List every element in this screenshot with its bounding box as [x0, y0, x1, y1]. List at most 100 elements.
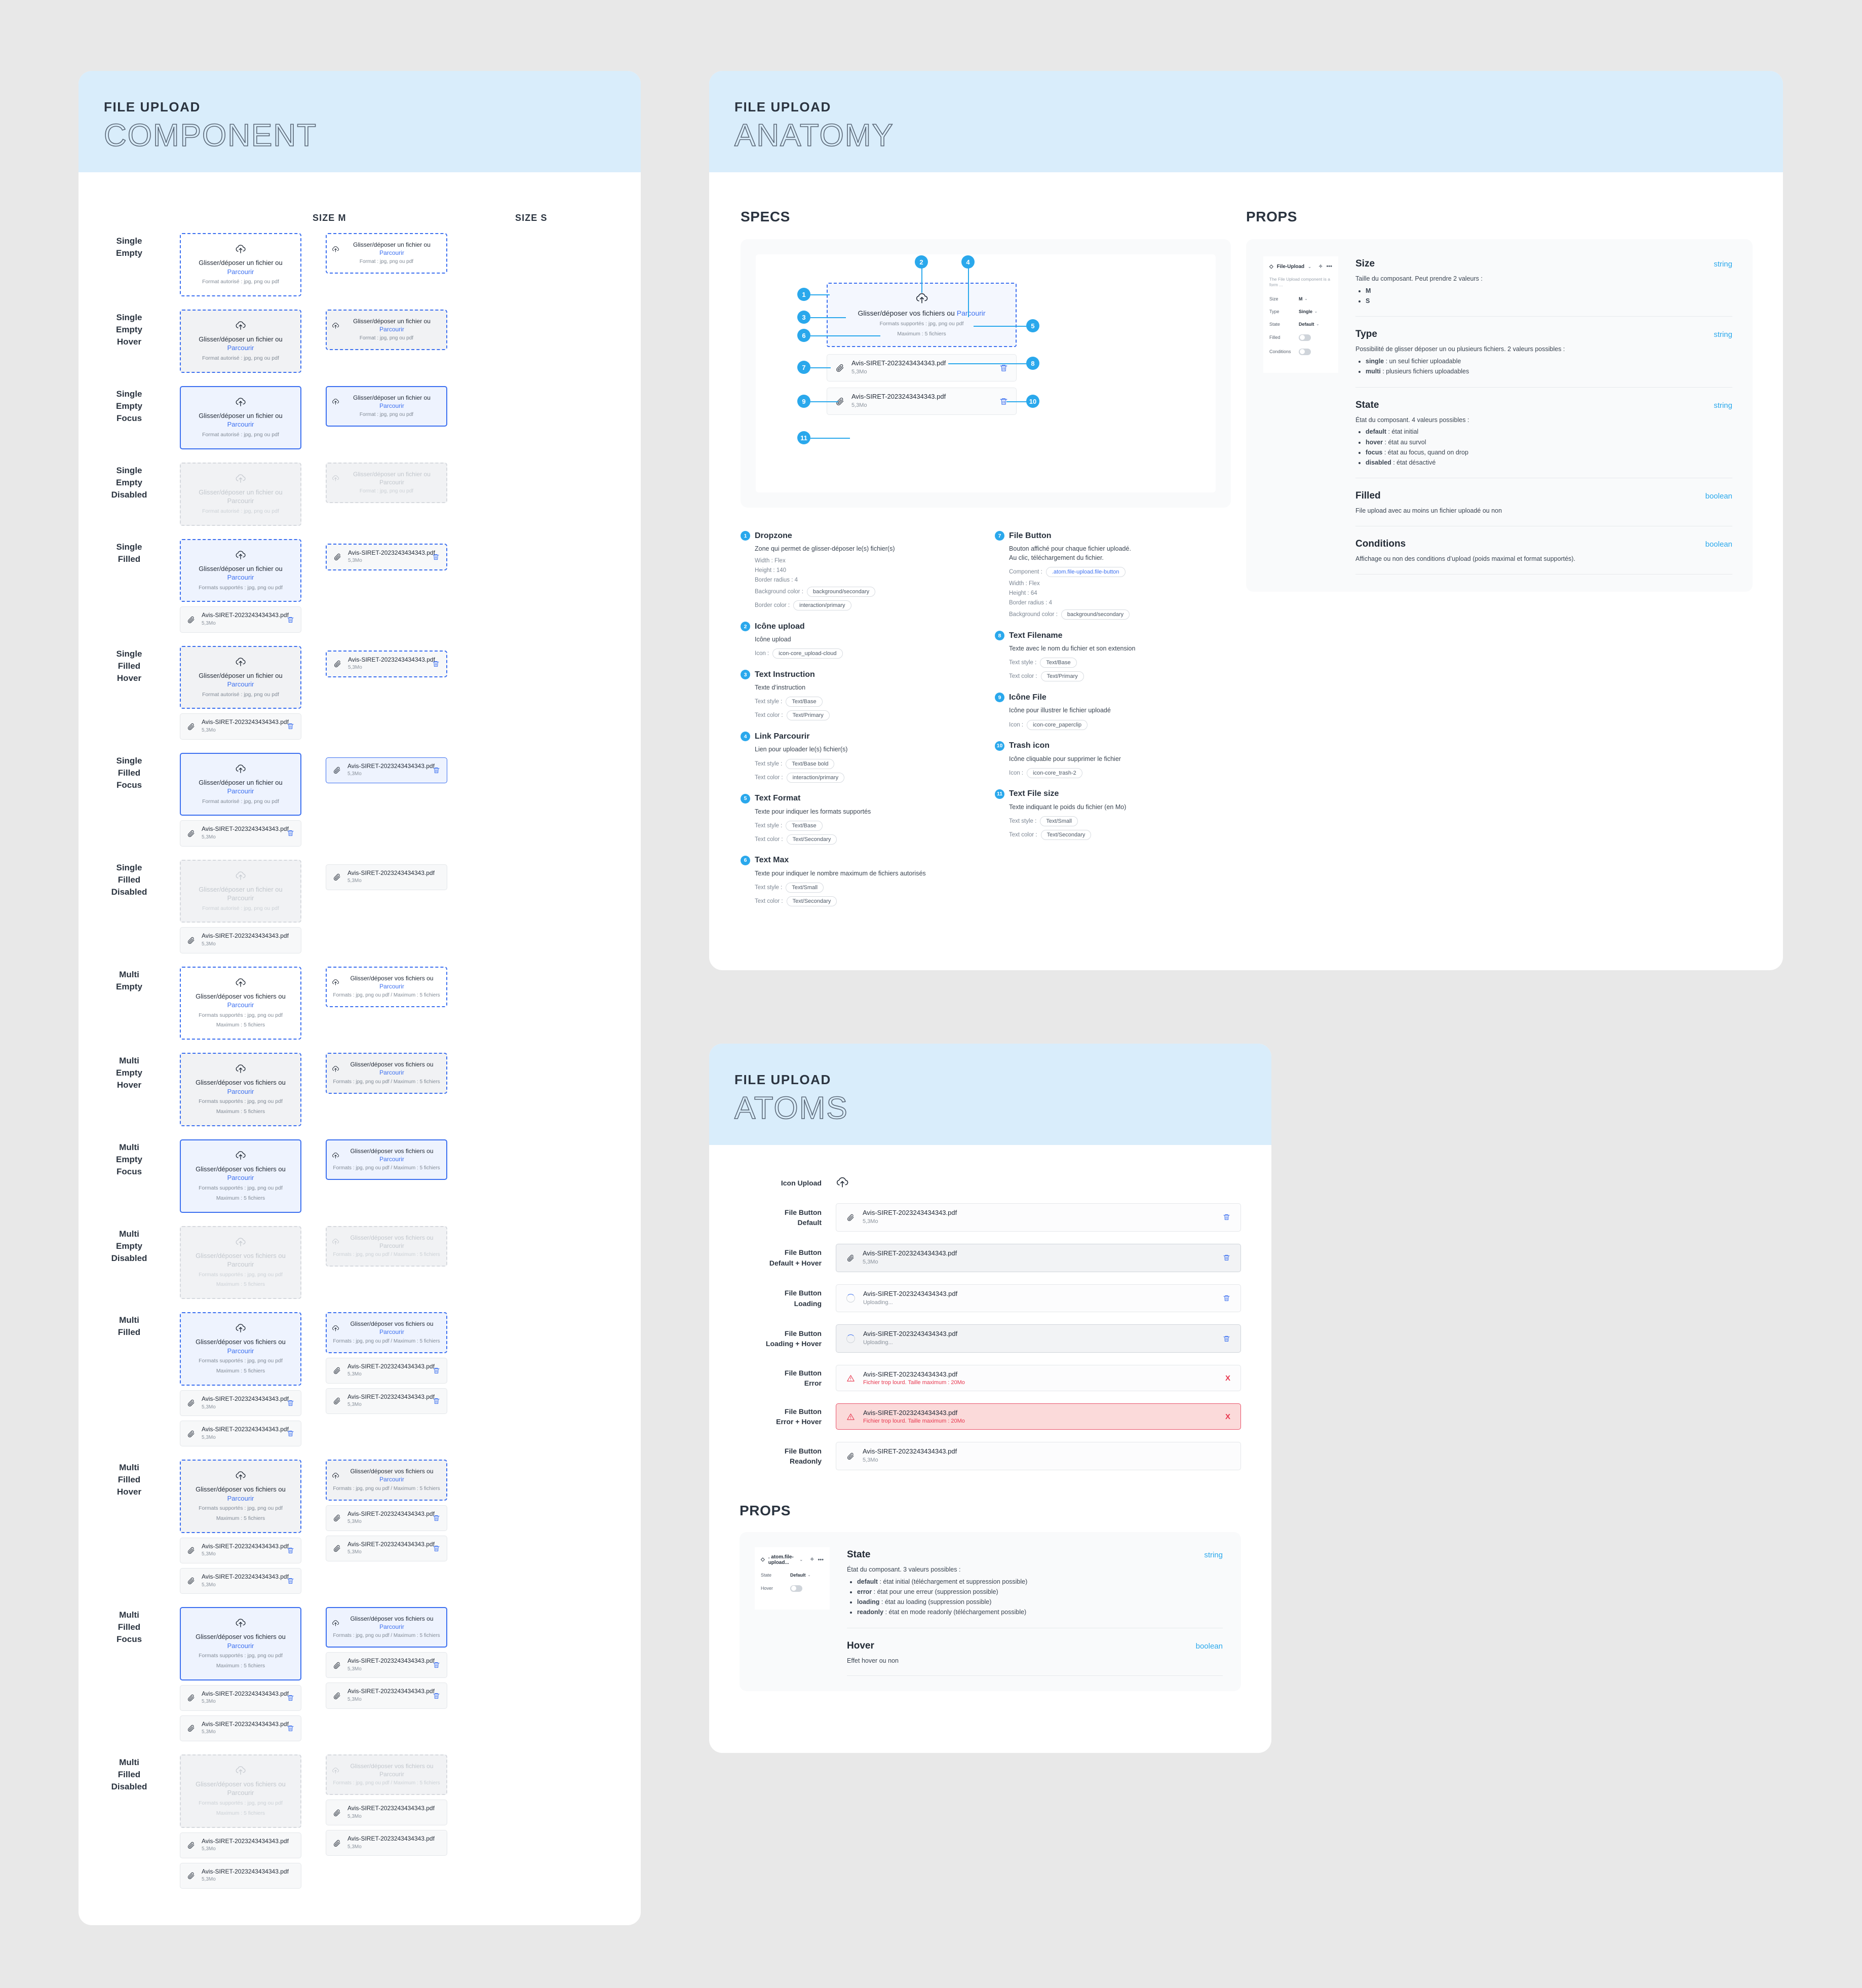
trash-icon[interactable]: [433, 1661, 440, 1669]
figma-property-value[interactable]: Single ⌄: [1299, 309, 1317, 314]
dropzone[interactable]: Glisser/déposer vos fichiers ou Parcouri…: [180, 1460, 301, 1533]
browse-link[interactable]: Parcourir: [379, 402, 404, 409]
dropzone[interactable]: Glisser/déposer vos fichiers ou Parcouri…: [180, 1226, 301, 1299]
browse-link[interactable]: Parcourir: [227, 268, 254, 276]
file-button[interactable]: Avis-SIRET-2023243434343.pdf 5,3Mo: [326, 1388, 447, 1414]
browse-link[interactable]: Parcourir: [227, 1642, 254, 1650]
browse-link[interactable]: Parcourir: [227, 1347, 254, 1355]
figma-property-value[interactable]: M ⌄: [1299, 296, 1307, 301]
dropzone[interactable]: Glisser/déposer vos fichiers ou Parcouri…: [326, 1754, 447, 1795]
dropzone[interactable]: Glisser/déposer vos fichiers ou Parcouri…: [326, 1607, 447, 1648]
dropzone[interactable]: Glisser/déposer vos fichiers ou Parcouri…: [180, 1754, 301, 1828]
file-button[interactable]: Avis-SIRET-2023243434343.pdf 5,3Mo: [180, 1685, 301, 1711]
browse-link[interactable]: Parcourir: [227, 1789, 254, 1796]
spec-file-button-2[interactable]: Avis-SIRET-2023243434343.pdf 5,3Mo: [827, 388, 1017, 415]
file-button[interactable]: Avis-SIRET-2023243434343.pdf 5,3Mo: [180, 1421, 301, 1447]
chevron-down-icon[interactable]: ⌄: [1305, 297, 1308, 301]
figma-property-value[interactable]: [1299, 334, 1311, 341]
trash-icon[interactable]: [287, 1577, 294, 1585]
trash-icon[interactable]: [433, 1367, 440, 1374]
dropzone[interactable]: Glisser/déposer vos fichiers ou Parcouri…: [326, 1312, 447, 1353]
close-icon[interactable]: X: [1225, 1374, 1230, 1383]
file-button[interactable]: Avis-SIRET-2023243434343.pdf 5,3Mo: [180, 820, 301, 847]
trash-icon[interactable]: [287, 1694, 294, 1702]
dropzone[interactable]: Glisser/déposer vos fichiers ou Parcouri…: [326, 1226, 447, 1267]
figma-property-value[interactable]: [1299, 348, 1311, 355]
dropzone[interactable]: Glisser/déposer vos fichiers ou Parcouri…: [180, 966, 301, 1040]
browse-link[interactable]: Parcourir: [227, 1001, 254, 1009]
figma-toggle[interactable]: [1299, 334, 1311, 341]
browse-link[interactable]: Parcourir: [379, 1242, 404, 1249]
browse-link[interactable]: Parcourir: [379, 1623, 404, 1630]
browse-link[interactable]: Parcourir: [227, 1088, 254, 1095]
dropzone[interactable]: Glisser/déposer un fichier ou Parcourir F…: [326, 309, 447, 351]
swap-instance-icon[interactable]: ✧: [810, 1557, 814, 1562]
chevron-down-icon[interactable]: ⌄: [1316, 322, 1320, 326]
dropzone[interactable]: Glisser/déposer un fichier ou Parcourir F…: [326, 233, 447, 274]
chevron-down-icon[interactable]: ⌄: [808, 1573, 811, 1577]
more-options-icon[interactable]: •••: [1326, 263, 1332, 270]
chevron-down-icon[interactable]: ⌄: [799, 1557, 803, 1562]
more-options-icon[interactable]: •••: [818, 1557, 824, 1563]
file-button[interactable]: Avis-SIRET-2023243434343.pdf 5,3Mo: [180, 713, 301, 740]
browse-link[interactable]: Parcourir: [379, 1476, 404, 1483]
trash-icon[interactable]: [999, 364, 1008, 372]
atom-file-button[interactable]: Avis-SIRET-2023243434343.pdf Uploading..…: [836, 1324, 1241, 1353]
figma-toggle[interactable]: [790, 1585, 802, 1592]
browse-link[interactable]: Parcourir: [227, 344, 254, 352]
browse-link[interactable]: Parcourir: [227, 1495, 254, 1502]
trash-icon[interactable]: [1223, 1294, 1230, 1302]
dropzone[interactable]: Glisser/déposer un fichier ou Parcourir F…: [180, 462, 301, 526]
browse-link[interactable]: Parcourir: [379, 1156, 404, 1163]
dropzone[interactable]: Glisser/déposer vos fichiers ou Parcouri…: [326, 966, 447, 1007]
browse-link[interactable]: Parcourir: [227, 894, 254, 902]
trash-icon[interactable]: [287, 1399, 294, 1407]
atom-file-button[interactable]: Avis-SIRET-2023243434343.pdf 5,3Mo: [836, 1203, 1241, 1232]
trash-icon[interactable]: [432, 553, 440, 561]
file-button[interactable]: Avis-SIRET-2023243434343.pdf 5,3Mo: [180, 606, 301, 633]
browse-link[interactable]: Parcourir: [379, 249, 404, 256]
dropzone[interactable]: Glisser/déposer vos fichiers ou Parcouri…: [326, 1460, 447, 1501]
trash-icon[interactable]: [287, 1725, 294, 1732]
dropzone[interactable]: Glisser/déposer un fichier ou Parcourir F…: [180, 233, 301, 296]
atom-file-button[interactable]: Avis-SIRET-2023243434343.pdf Fichier tro…: [836, 1403, 1241, 1430]
file-button[interactable]: Avis-SIRET-2023243434343.pdf 5,3Mo: [180, 1537, 301, 1563]
trash-icon[interactable]: [433, 1397, 440, 1405]
trash-icon[interactable]: [287, 829, 294, 837]
figma-property-value[interactable]: Default ⌄: [790, 1573, 810, 1578]
swap-instance-icon[interactable]: ✧: [1318, 264, 1323, 270]
atom-file-button[interactable]: Avis-SIRET-2023243434343.pdf Uploading..…: [836, 1284, 1241, 1313]
browse-link[interactable]: Parcourir: [227, 420, 254, 428]
file-button[interactable]: Avis-SIRET-2023243434343.pdf 5,3Mo: [326, 1800, 447, 1826]
file-button[interactable]: Avis-SIRET-2023243434343.pdf 5,3Mo: [326, 543, 447, 570]
close-icon[interactable]: X: [1225, 1412, 1230, 1421]
dropzone[interactable]: Glisser/déposer vos fichiers ou Parcouri…: [180, 1139, 301, 1213]
browse-link[interactable]: Parcourir: [227, 574, 254, 581]
file-button[interactable]: Avis-SIRET-2023243434343.pdf 5,3Mo: [326, 1357, 447, 1384]
browse-link[interactable]: Parcourir: [379, 1771, 404, 1778]
dropzone[interactable]: Glisser/déposer un fichier ou Parcourir F…: [326, 386, 447, 427]
trash-icon[interactable]: [287, 1547, 294, 1554]
dropzone[interactable]: Glisser/déposer vos fichiers ou Parcouri…: [180, 1053, 301, 1126]
chevron-down-icon[interactable]: ⌄: [1308, 264, 1311, 269]
dropzone[interactable]: Glisser/déposer un fichier ou Parcourir F…: [326, 462, 447, 504]
file-button[interactable]: Avis-SIRET-2023243434343.pdf 5,3Mo: [180, 1568, 301, 1594]
browse-link[interactable]: Parcourir: [227, 1260, 254, 1268]
browse-link[interactable]: Parcourir: [227, 497, 254, 505]
file-button[interactable]: Avis-SIRET-2023243434343.pdf 5,3Mo: [180, 1715, 301, 1741]
figma-property-value[interactable]: [790, 1585, 802, 1592]
dropzone[interactable]: Glisser/déposer vos fichiers ou Parcouri…: [326, 1139, 447, 1180]
file-button[interactable]: Avis-SIRET-2023243434343.pdf 5,3Mo: [180, 1862, 301, 1889]
browse-link[interactable]: Parcourir: [379, 983, 404, 990]
figma-property-value[interactable]: Default ⌄: [1299, 322, 1319, 327]
file-button[interactable]: Avis-SIRET-2023243434343.pdf 5,3Mo: [326, 1505, 447, 1531]
dropzone[interactable]: Glisser/déposer un fichier ou Parcourir F…: [180, 386, 301, 449]
trash-icon[interactable]: [1223, 1213, 1230, 1221]
file-button[interactable]: Avis-SIRET-2023243434343.pdf 5,3Mo: [326, 864, 447, 890]
browse-link[interactable]: Parcourir: [227, 1174, 254, 1181]
figma-toggle[interactable]: [1299, 348, 1311, 355]
file-button[interactable]: Avis-SIRET-2023243434343.pdf 5,3Mo: [180, 1832, 301, 1858]
atom-file-button[interactable]: Avis-SIRET-2023243434343.pdf 5,3Mo: [836, 1442, 1241, 1470]
trash-icon[interactable]: [1223, 1335, 1230, 1343]
trash-icon[interactable]: [433, 767, 440, 774]
